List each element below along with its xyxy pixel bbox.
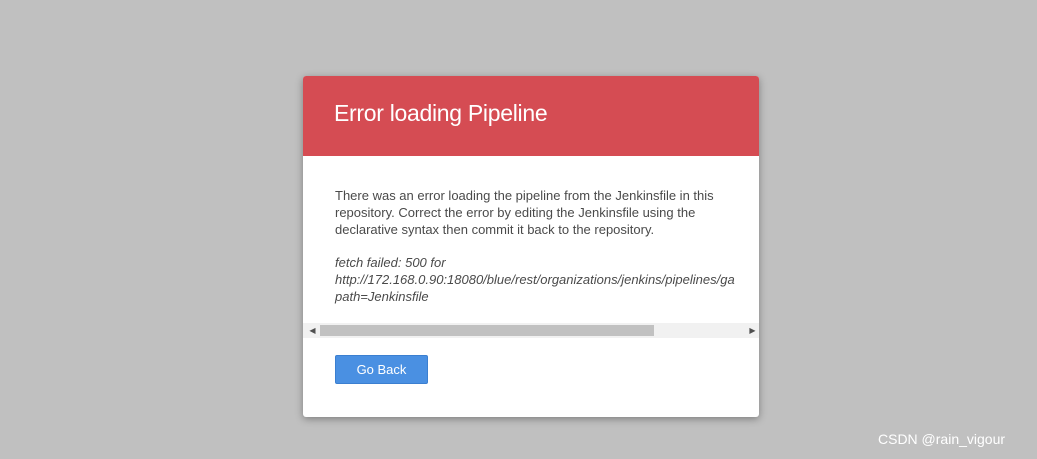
error-dialog: Error loading Pipeline There was an erro… [303, 76, 759, 417]
scrollbar-thumb[interactable] [320, 325, 654, 336]
error-message: There was an error loading the pipeline … [335, 188, 714, 237]
go-back-button[interactable]: Go Back [335, 355, 428, 384]
scroll-left-arrow-icon[interactable]: ◀ [305, 323, 320, 338]
error-details-text: fetch failed: 500 for http://172.168.0.9… [335, 254, 735, 305]
error-line-status: fetch failed: 500 for [335, 255, 446, 270]
error-line-path: path=Jenkinsfile [335, 289, 429, 304]
error-details: fetch failed: 500 for http://172.168.0.9… [303, 247, 759, 327]
watermark: CSDN @rain_vigour [878, 431, 1006, 447]
dialog-title: Error loading Pipeline [334, 100, 548, 126]
error-line-url: http://172.168.0.90:18080/blue/rest/orga… [335, 272, 735, 287]
dialog-header: Error loading Pipeline [303, 76, 759, 156]
horizontal-scrollbar[interactable]: ◀ ▶ [303, 323, 759, 338]
scroll-right-arrow-icon[interactable]: ▶ [745, 323, 759, 338]
